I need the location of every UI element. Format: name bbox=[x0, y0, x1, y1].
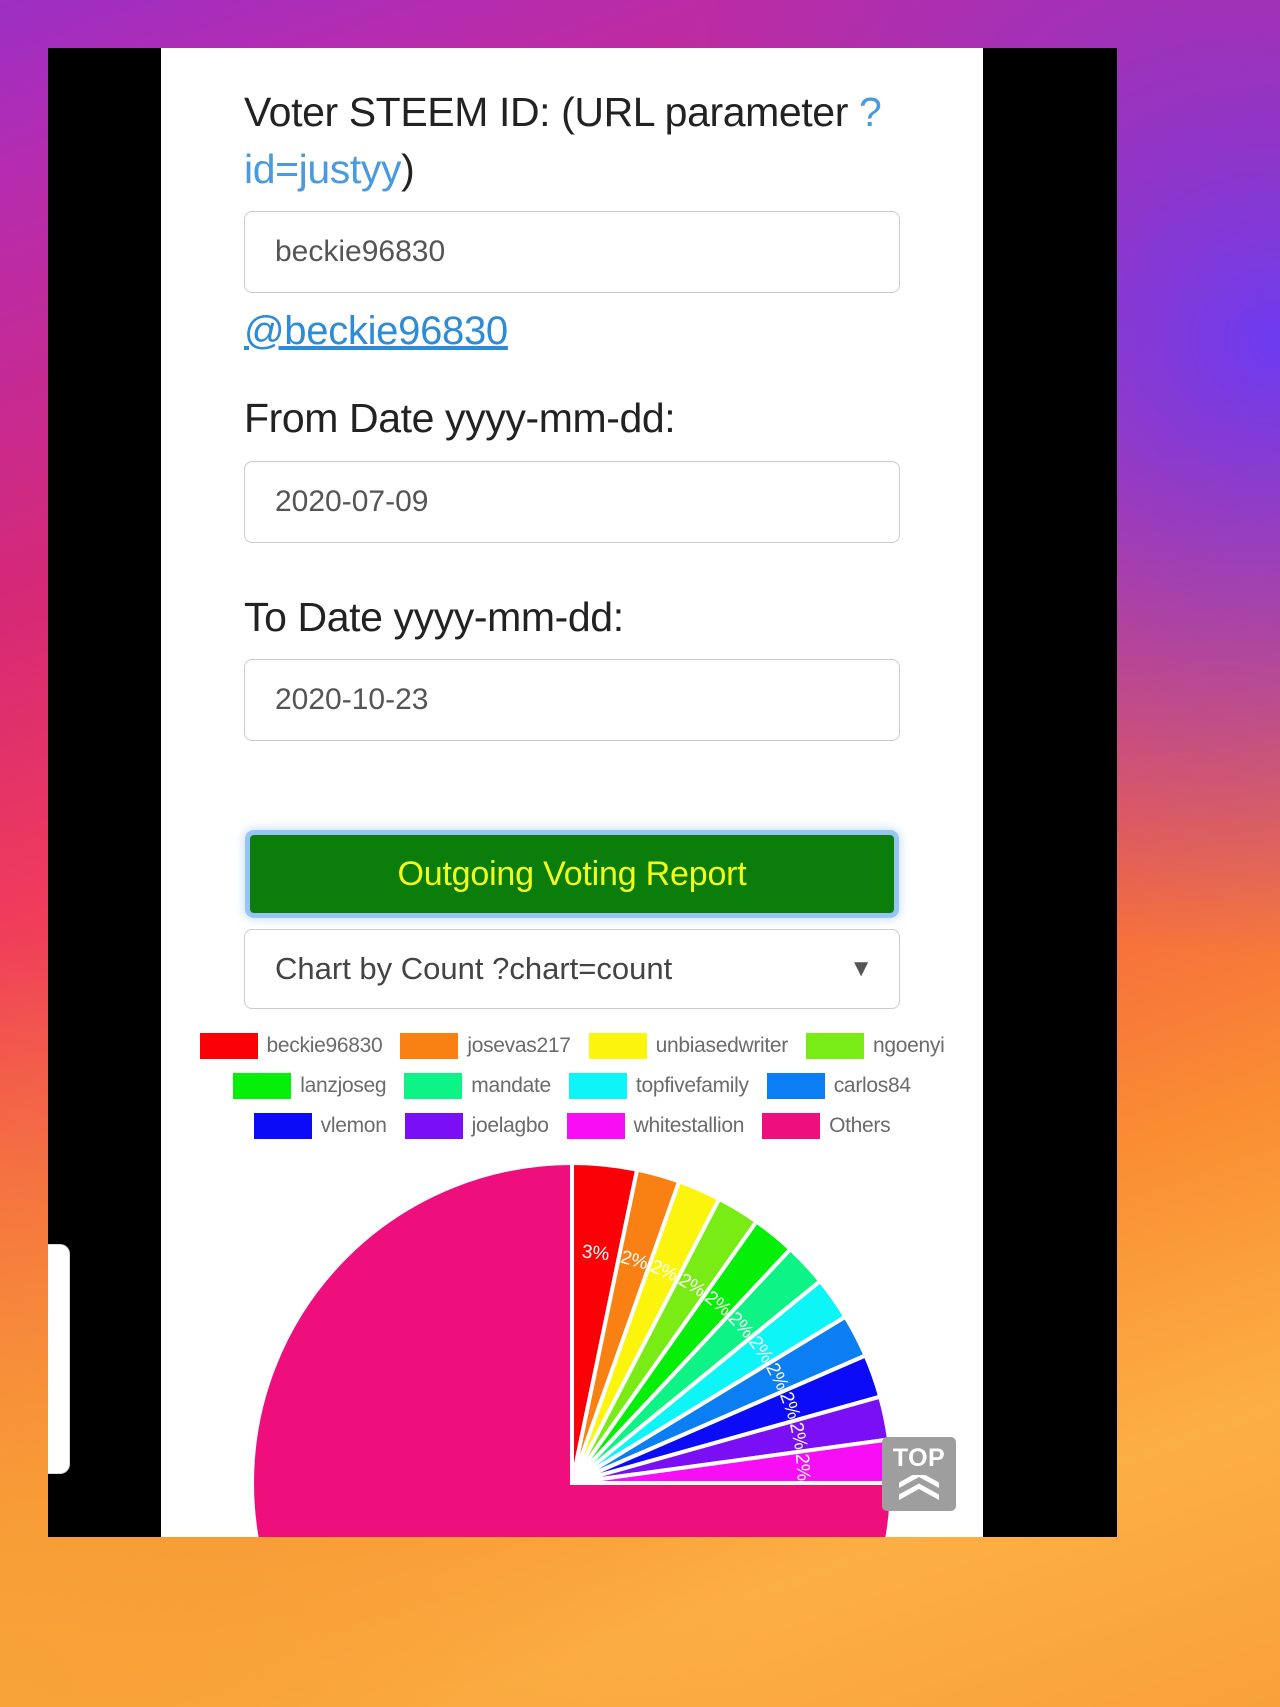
pie-slice-value-label: 3% bbox=[581, 1242, 611, 1266]
legend-item-label: unbiasedwriter bbox=[655, 1034, 789, 1058]
legend-item[interactable]: mandate bbox=[404, 1073, 551, 1100]
legend-item[interactable]: josevas217 bbox=[400, 1033, 571, 1060]
legend-item[interactable]: ngoenyi bbox=[805, 1033, 945, 1060]
legend-item[interactable]: joelagbo bbox=[404, 1113, 549, 1140]
legend-color-swatch bbox=[404, 1073, 463, 1100]
chart-mode-select[interactable]: Chart by Count ?chart=count ▼ bbox=[244, 929, 900, 1010]
spacer-between-dates bbox=[244, 543, 900, 589]
legend-row: beckie96830 josevas217 unbiasedwriter ngoen… bbox=[169, 1033, 975, 1060]
legend-item-label: mandate bbox=[471, 1074, 551, 1098]
legend-item-label: topfivefamily bbox=[635, 1074, 749, 1098]
voter-handle-link[interactable]: @beckie96830 bbox=[244, 309, 900, 354]
legend-item[interactable]: unbiasedwriter bbox=[588, 1033, 789, 1060]
offscreen-panel-sliver bbox=[48, 1244, 70, 1474]
legend-item-label: lanzjoseg bbox=[300, 1074, 387, 1098]
legend-color-swatch bbox=[762, 1113, 821, 1140]
legend-item[interactable]: whitestallion bbox=[566, 1113, 745, 1140]
scroll-to-top-button[interactable]: TOP bbox=[882, 1437, 956, 1511]
legend-item-label: ngoenyi bbox=[872, 1034, 945, 1058]
legend-color-swatch bbox=[253, 1113, 312, 1140]
voter-id-label-post: ) bbox=[401, 145, 415, 192]
legend-color-swatch bbox=[566, 1113, 625, 1140]
legend-item[interactable]: carlos84 bbox=[766, 1073, 911, 1100]
chart-mode-select-value: Chart by Count ?chart=count bbox=[275, 951, 673, 987]
legend-item-label: vlemon bbox=[320, 1114, 387, 1138]
legend-item-label: Others bbox=[829, 1114, 891, 1138]
from-date-input[interactable]: 2020-07-09 bbox=[244, 460, 900, 543]
legend-color-swatch bbox=[588, 1033, 647, 1060]
double-chevron-up-icon bbox=[899, 1474, 939, 1500]
legend-color-swatch bbox=[568, 1073, 627, 1100]
legend-item[interactable]: Others bbox=[762, 1113, 891, 1140]
report-button-wrap: Outgoing Voting Report bbox=[244, 829, 900, 919]
chevron-down-icon: ▼ bbox=[849, 955, 873, 983]
legend-item[interactable]: topfivefamily bbox=[568, 1073, 749, 1100]
legend-item-label: josevas217 bbox=[467, 1034, 571, 1058]
top-button-label: TOP bbox=[892, 1443, 946, 1472]
legend-color-swatch bbox=[805, 1033, 864, 1060]
voter-id-label: Voter STEEM ID: (URL parameter ?id=justy… bbox=[244, 84, 900, 197]
legend-item-label: whitestallion bbox=[633, 1114, 745, 1138]
legend-color-swatch bbox=[766, 1073, 825, 1100]
legend-item-label: carlos84 bbox=[833, 1074, 911, 1098]
legend-item-label: joelagbo bbox=[471, 1114, 549, 1138]
spacer-after-handle bbox=[244, 354, 900, 390]
legend-item[interactable]: lanzjoseg bbox=[233, 1073, 387, 1100]
screenshot-canvas: Voter STEEM ID: (URL parameter ?id=justy… bbox=[48, 48, 1117, 1537]
legend-color-swatch bbox=[404, 1113, 463, 1140]
legend-color-swatch bbox=[233, 1073, 292, 1100]
pie-chart-container: 3% 2% 2% 2% 2% 2% 2% 2% 2% 2% 2% bbox=[161, 1153, 983, 1537]
pie-slice-value-label: 2% bbox=[791, 1453, 814, 1482]
legend-color-swatch bbox=[400, 1033, 459, 1060]
to-date-label: To Date yyyy-mm-dd: bbox=[244, 593, 624, 640]
instagram-gradient-frame: Voter STEEM ID: (URL parameter ?id=justy… bbox=[0, 0, 1280, 1707]
mobile-web-page: Voter STEEM ID: (URL parameter ?id=justy… bbox=[161, 48, 983, 1537]
from-date-label: From Date yyyy-mm-dd: bbox=[244, 395, 676, 442]
legend-row: vlemon joelagbo whitestallion Others bbox=[169, 1113, 975, 1140]
chart-legend: beckie96830 josevas217 unbiasedwriter ngoen… bbox=[161, 1033, 983, 1140]
form-content: Voter STEEM ID: (URL parameter ?id=justy… bbox=[161, 48, 983, 1010]
to-date-input[interactable]: 2020-10-23 bbox=[244, 659, 900, 742]
spacer-top bbox=[244, 48, 900, 84]
outgoing-voting-report-button[interactable]: Outgoing Voting Report bbox=[250, 835, 894, 914]
voter-id-input[interactable]: beckie96830 bbox=[244, 211, 900, 294]
spacer-before-button bbox=[244, 741, 900, 829]
pie-chart: 3% 2%2%2%2%2%2%2%2%2%2% bbox=[250, 1161, 895, 1537]
legend-color-swatch bbox=[199, 1033, 258, 1060]
voter-id-label-pre: Voter STEEM ID: (URL parameter bbox=[244, 89, 859, 135]
legend-item[interactable]: vlemon bbox=[253, 1113, 387, 1140]
legend-item[interactable]: beckie96830 bbox=[199, 1033, 383, 1060]
legend-item-label: beckie96830 bbox=[266, 1034, 383, 1058]
legend-row: lanzjoseg mandate topfivefamily carlos84 bbox=[169, 1073, 975, 1100]
